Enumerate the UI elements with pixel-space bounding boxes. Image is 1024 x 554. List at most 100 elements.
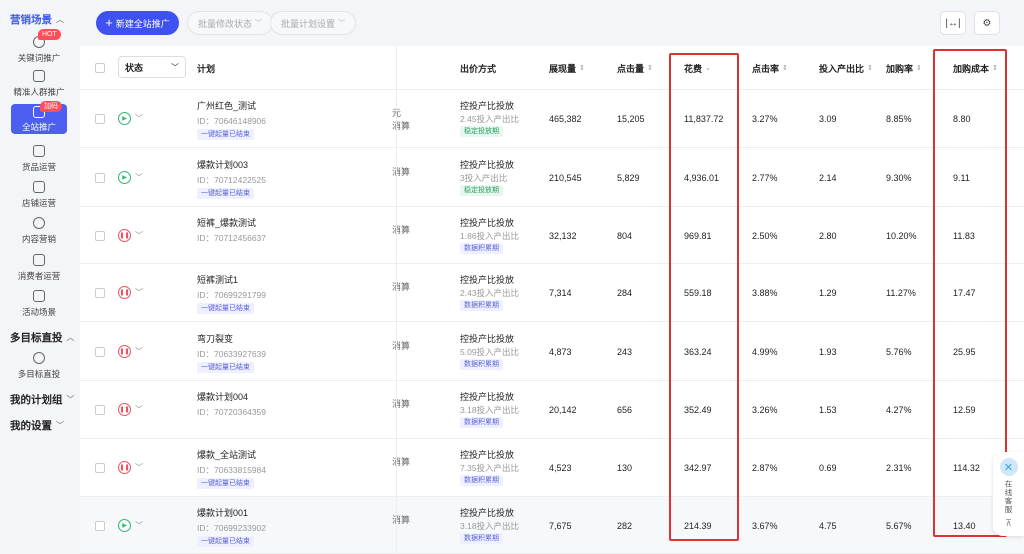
chevron-down-icon[interactable]: ﹀	[135, 462, 143, 473]
sidebar-group-plans[interactable]: 我的计划组 ﹀	[10, 392, 75, 407]
plan-name[interactable]: 爆款计划003	[197, 158, 248, 171]
plan-id: ID：70699291799	[197, 290, 267, 300]
cell-cart-rate: 9.30%	[886, 173, 912, 183]
chevron-down-icon[interactable]: ﹀	[135, 113, 143, 124]
row-checkbox[interactable]	[95, 521, 105, 531]
bid-target: 3投入产出比	[460, 173, 508, 183]
pause-icon[interactable]: ❚❚	[118, 345, 131, 358]
plan-name[interactable]: 爆款计划001	[197, 506, 248, 519]
table-row[interactable]: ❚❚ ﹀ 短裤测试1 ID：70699291799 一键起量已结束 消算 控投产比投放 2.4…	[80, 264, 1024, 322]
row-checkbox[interactable]	[95, 173, 105, 183]
plan-name[interactable]: 爆款计划004	[197, 390, 248, 403]
new-fullsite-button[interactable]: + 新建全站推广	[96, 11, 179, 35]
column-impressions[interactable]: 展现量 ⇕	[549, 46, 585, 90]
table-row[interactable]: ▶ ﹀ 广州红色_测试 ID：70646148906 一键起量已结束 元 消算 控投产比投放…	[80, 90, 1024, 148]
status-filter-select[interactable]: 状态 ﹀	[118, 56, 186, 78]
column-cart-cost[interactable]: 加购成本 ⇕	[953, 46, 998, 90]
column-cost[interactable]: 花费 ⌄	[684, 46, 711, 90]
chevron-down-icon: ﹀	[171, 62, 179, 72]
bid-target: 5.09投入产出比	[460, 347, 520, 357]
bid-phase-tag: 数据积累期	[460, 533, 503, 544]
bid-method: 控投产比投放	[460, 275, 515, 285]
bid-method: 控投产比投放	[460, 508, 515, 518]
plan-name[interactable]: 爆款_全站测试	[197, 448, 256, 461]
row-checkbox[interactable]	[95, 463, 105, 473]
row-checkbox[interactable]	[95, 288, 105, 298]
online-service-widget[interactable]: ✕ 在线客服 ⊼	[993, 452, 1024, 536]
play-icon	[33, 217, 45, 229]
settings-button[interactable]: ⚙	[974, 11, 1000, 35]
bid-method: 控投产比投放	[460, 218, 515, 228]
sidebar-item-keyword[interactable]: 关键词推广	[0, 36, 78, 64]
sidebar-item-shop[interactable]: 店铺运营	[0, 181, 78, 209]
plan-name[interactable]: 弯刀裂变	[197, 332, 233, 345]
crowd-icon	[33, 70, 45, 82]
plan-name[interactable]: 短裤_爆款测试	[197, 216, 256, 229]
select-all-checkbox[interactable]	[95, 63, 105, 73]
row-checkbox[interactable]	[95, 347, 105, 357]
sidebar-item-content[interactable]: 内容营销	[0, 217, 78, 245]
truncated-cell: 消算	[392, 341, 411, 351]
plan-name[interactable]: 广州红色_测试	[197, 99, 256, 112]
chevron-down-icon[interactable]: ﹀	[135, 404, 143, 415]
cell-cart-rate: 8.85%	[886, 114, 912, 124]
chevron-down-icon[interactable]: ﹀	[135, 230, 143, 241]
sidebar-item-consumer[interactable]: 消费者运营	[0, 254, 78, 282]
play-icon[interactable]: ▶	[118, 171, 131, 184]
sidebar-group-settings[interactable]: 我的设置 ﹀	[10, 418, 64, 433]
row-checkbox[interactable]	[95, 405, 105, 415]
batch-status-button[interactable]: 批量修改状态 ﹀	[187, 11, 274, 35]
table-row[interactable]: ❚❚ ﹀ 短裤_爆款测试 ID：70712456637 消算 控投产比投放 1.86投入产出…	[80, 207, 1024, 264]
sidebar-item-goods[interactable]: 货品运营	[0, 145, 78, 173]
chevron-down-icon[interactable]: ﹀	[135, 346, 143, 357]
sidebar-item-crowd[interactable]: 精准人群推广	[0, 70, 78, 98]
chevron-up-icon: ︿	[66, 333, 75, 342]
pause-icon[interactable]: ❚❚	[118, 403, 131, 416]
column-roi[interactable]: 投入产出比 ⇕	[819, 46, 873, 90]
back-to-top-icon[interactable]: ⊼	[1005, 518, 1012, 529]
truncated-cell: 元 消算	[392, 108, 411, 131]
batch-settings-button[interactable]: 批量计划设置 ﹀	[270, 11, 357, 35]
cell-clicks: 804	[617, 231, 633, 241]
boost-status-tag: 一键起量已结束	[197, 188, 254, 199]
online-service-label: 在线客服	[1004, 480, 1013, 514]
bid-target: 2.43投入产出比	[460, 288, 520, 298]
cell-cart-cost: 9.11	[953, 173, 970, 183]
table-row[interactable]: ❚❚ ﹀ 爆款计划004 ID：70720364359 消算 控投产比投放 3.18投入产出…	[80, 381, 1024, 439]
pause-icon[interactable]: ❚❚	[118, 461, 131, 474]
bid-target: 2.45投入产出比	[460, 114, 520, 124]
bid-phase-tag: 数据积累期	[460, 359, 503, 370]
plan-name[interactable]: 短裤测试1	[197, 273, 238, 286]
bid-phase-tag: 稳定投放期	[460, 126, 503, 137]
chevron-down-icon[interactable]: ﹀	[135, 172, 143, 183]
column-cart-rate[interactable]: 加购率 ⇕	[886, 46, 922, 90]
sidebar-item-label: 内容营销	[21, 234, 56, 244]
chevron-down-icon[interactable]: ﹀	[135, 520, 143, 531]
sidebar-group-marketing[interactable]: 营销场景 ︿	[10, 12, 64, 27]
sidebar-item-label: 关键词推广	[17, 53, 61, 63]
cell-cart-cost: 13.40	[953, 521, 976, 531]
chevron-down-icon[interactable]: ﹀	[135, 287, 143, 298]
row-checkbox[interactable]	[95, 231, 105, 241]
sidebar-item-multi[interactable]: 多目标直投	[0, 352, 78, 380]
pause-icon[interactable]: ❚❚	[118, 286, 131, 299]
sidebar-item-activity[interactable]: 活动场景	[0, 290, 78, 318]
cell-cost: 352.49	[684, 405, 712, 415]
table-header: 状态 ﹀ 计划 出价方式 展现量 ⇕ 点击量 ⇕ 花费 ⌄ 点击率 ⇕ 投入产出比 ⇕ 加购…	[80, 46, 1024, 90]
table-row[interactable]: ❚❚ ﹀ 弯刀裂变 ID：70633927639 一键起量已结束 消算 控投产比投放 5.09…	[80, 322, 1024, 381]
table-row[interactable]: ❚❚ ﹀ 爆款_全站测试 ID：70633815984 一键起量已结束 消算 控投产比投放 7…	[80, 439, 1024, 497]
column-clicks[interactable]: 点击量 ⇕	[617, 46, 653, 90]
cell-cost: 969.81	[684, 231, 712, 241]
cell-cart-rate: 5.67%	[886, 521, 912, 531]
play-icon[interactable]: ▶	[118, 519, 131, 532]
row-checkbox[interactable]	[95, 114, 105, 124]
table-row[interactable]: ▶ ﹀ 爆款计划001 ID：70699233902 一键起量已结束 消算 控投产比投放 3.…	[80, 497, 1024, 554]
column-ctr[interactable]: 点击率 ⇕	[752, 46, 788, 90]
column-width-button[interactable]: |↔|	[940, 11, 966, 35]
pause-icon[interactable]: ❚❚	[118, 229, 131, 242]
sidebar-item-label: 全站推广	[21, 121, 56, 132]
sidebar-group-multi[interactable]: 多目标直投 ︿	[10, 330, 75, 345]
play-icon[interactable]: ▶	[118, 112, 131, 125]
cell-cart-cost: 25.95	[953, 347, 976, 357]
table-row[interactable]: ▶ ﹀ 爆款计划003 ID：70712422525 一键起量已结束 消算 控投产比投放 3投…	[80, 148, 1024, 207]
